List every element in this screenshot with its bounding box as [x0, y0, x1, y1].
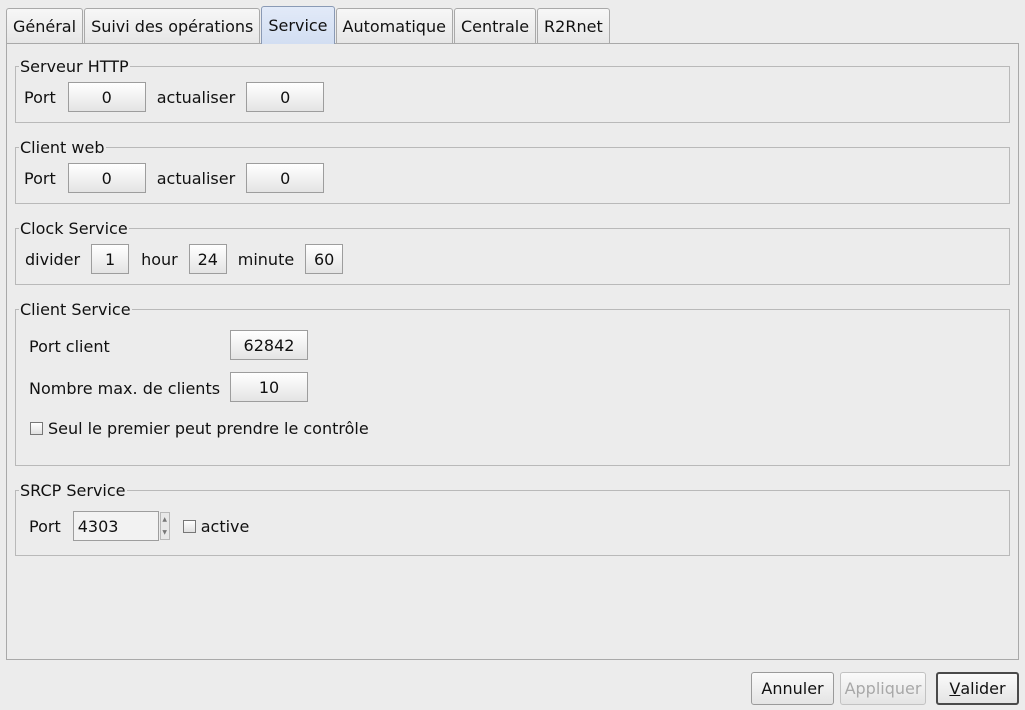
- web-refresh-field[interactable]: 0: [246, 163, 325, 193]
- first-only-checkbox[interactable]: [30, 422, 43, 435]
- spin-arrows-icon[interactable]: ▲ ▼: [159, 512, 170, 540]
- first-only-label: Seul le premier peut prendre le contrôle: [48, 419, 369, 438]
- divider-label: divider: [25, 249, 81, 269]
- tab-bar: Général Suivi des opérations Service Aut…: [6, 6, 611, 44]
- srcp-service-title: SRCP Service: [19, 481, 127, 501]
- srcp-port-spinbox[interactable]: 4303 ▲ ▼: [72, 511, 170, 541]
- cancel-button[interactable]: Annuler: [751, 672, 834, 705]
- http-server-group: Serveur HTTP Port 0 actualiser 0: [15, 57, 1010, 123]
- tab-suivi-operations[interactable]: Suivi des opérations: [84, 8, 261, 44]
- srcp-port-label: Port: [29, 516, 61, 536]
- client-port-label: Port client: [29, 337, 110, 356]
- divider-field[interactable]: 1: [91, 244, 130, 274]
- max-clients-field[interactable]: 10: [230, 372, 308, 402]
- srcp-port-value: 4303: [77, 516, 119, 536]
- tab-service[interactable]: Service: [261, 6, 335, 44]
- minute-field[interactable]: 60: [305, 244, 344, 274]
- spin-up-icon[interactable]: ▲: [162, 516, 167, 523]
- max-clients-label: Nombre max. de clients: [29, 379, 221, 398]
- http-refresh-label: actualiser: [156, 87, 236, 107]
- web-client-group: Client web Port 0 actualiser 0: [15, 138, 1010, 204]
- srcp-active-label: active: [200, 516, 250, 536]
- srcp-service-group: SRCP Service Port 4303 ▲ ▼ active: [15, 481, 1010, 556]
- http-refresh-field[interactable]: 0: [246, 82, 325, 112]
- clock-service-group: Clock Service divider 1 hour 24 minute 6…: [15, 219, 1010, 285]
- ok-mnemonic: V: [949, 679, 961, 698]
- web-client-title: Client web: [19, 138, 106, 158]
- client-port-field[interactable]: 62842: [230, 330, 308, 360]
- tab-general[interactable]: Général: [6, 8, 84, 44]
- clock-service-title: Clock Service: [19, 219, 129, 239]
- ok-button[interactable]: Valider: [936, 672, 1019, 705]
- client-service-group: Client Service Port client 62842 Nombre …: [15, 300, 1010, 466]
- service-tab-panel: Serveur HTTP Port 0 actualiser 0 Client …: [6, 43, 1019, 660]
- web-refresh-label: actualiser: [156, 168, 236, 188]
- srcp-active-checkbox[interactable]: [182, 519, 196, 533]
- web-port-label: Port: [24, 168, 56, 188]
- spin-down-icon[interactable]: ▼: [162, 529, 167, 536]
- web-port-field[interactable]: 0: [67, 163, 146, 193]
- hour-label: hour: [141, 249, 178, 269]
- first-only-control[interactable]: Seul le premier peut prendre le contrôle: [30, 419, 369, 438]
- apply-button[interactable]: Appliquer: [840, 672, 926, 705]
- hour-field[interactable]: 24: [188, 244, 227, 274]
- tab-r2rnet[interactable]: R2Rnet: [537, 8, 610, 44]
- client-service-title: Client Service: [19, 300, 132, 320]
- ok-label-rest: alider: [960, 679, 1006, 698]
- http-server-title: Serveur HTTP: [19, 57, 130, 77]
- http-port-field[interactable]: 0: [67, 82, 146, 112]
- tab-centrale[interactable]: Centrale: [453, 8, 537, 44]
- tab-automatique[interactable]: Automatique: [335, 8, 453, 44]
- minute-label: minute: [237, 249, 295, 269]
- http-port-label: Port: [24, 87, 56, 107]
